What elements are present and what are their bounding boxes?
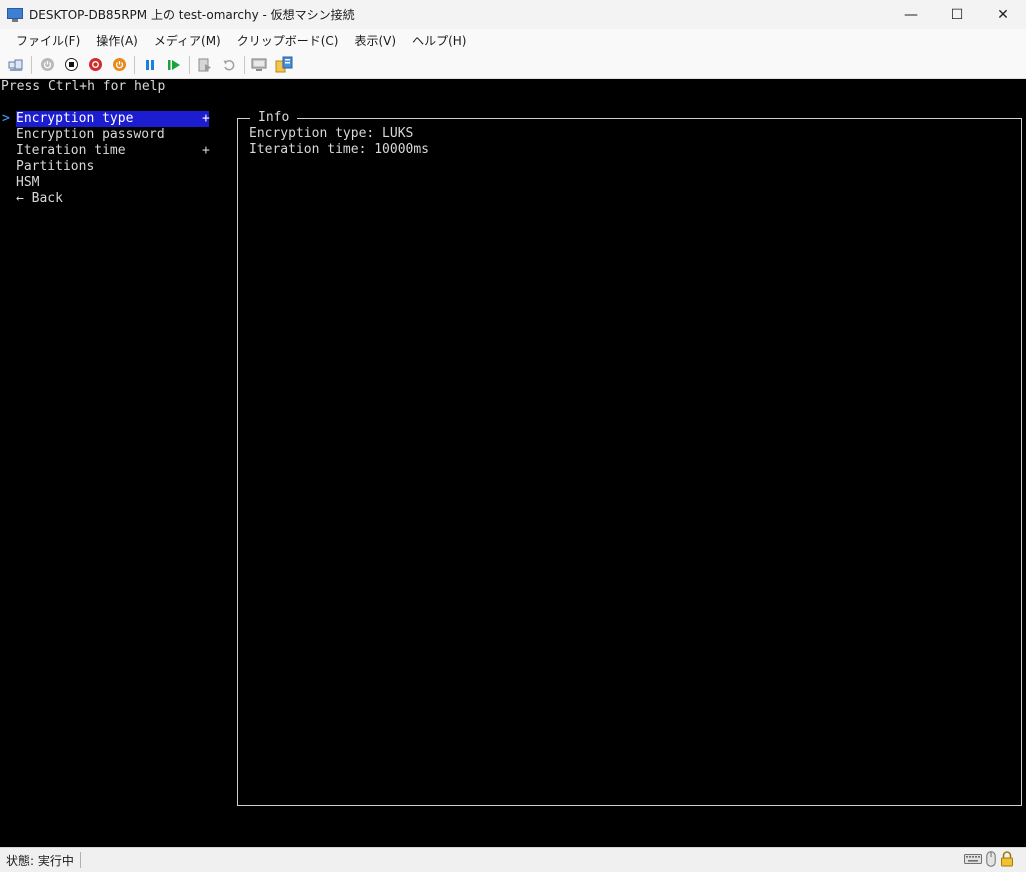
menu-file[interactable]: ファイル(F) (8, 32, 88, 49)
option-label: Encryption password (16, 127, 165, 142)
selection-cursor-icon: > (2, 111, 10, 126)
option-label: ← Back (16, 191, 63, 206)
help-hint: Press Ctrl+h for help (1, 79, 166, 94)
info-panel-title: Info (250, 110, 298, 126)
window-title: DESKTOP-DB85RPM 上の test-omarchy - 仮想マシン接… (29, 8, 355, 22)
shut-down-icon[interactable] (85, 55, 105, 75)
resume-icon[interactable] (164, 55, 184, 75)
minimize-icon: — (904, 6, 918, 23)
save-state-icon[interactable] (109, 55, 129, 75)
submenu-marker: + (202, 143, 210, 158)
menu-option-iteration-time[interactable]: Iteration time + (0, 143, 210, 159)
mouse-icon (986, 851, 996, 867)
option-label: Partitions (16, 159, 95, 174)
submenu-marker: + (202, 111, 210, 126)
checkpoint-icon[interactable] (195, 55, 215, 75)
toolbar (0, 51, 1026, 79)
menu-bar: ファイル(F) 操作(A) メディア(M) クリップボード(C) 表示(V) ヘ… (0, 29, 1026, 51)
vm-connection-icon (7, 7, 23, 23)
lock-icon (1000, 851, 1014, 867)
status-bar: 状態: 実行中 (0, 847, 1026, 872)
menu-option-hsm[interactable]: HSM (0, 175, 47, 191)
menu-option-back[interactable]: ← Back (0, 191, 63, 207)
title-bar: DESKTOP-DB85RPM 上の test-omarchy - 仮想マシン接… (0, 0, 1026, 29)
close-button[interactable]: ✕ (980, 0, 1026, 29)
start-icon[interactable] (37, 55, 57, 75)
menu-option-encryption-password[interactable]: Encryption password (0, 127, 165, 143)
maximize-icon: ☐ (950, 6, 964, 23)
minimize-button[interactable]: — (888, 0, 934, 29)
info-encryption-type: Encryption type: LUKS (249, 126, 414, 141)
ctrl-alt-del-icon[interactable] (6, 55, 26, 75)
encryption-menu: > Encryption type + Encryption password … (0, 111, 210, 207)
keyboard-icon (964, 853, 982, 865)
vm-console[interactable]: Press Ctrl+h for help > Encryption type … (0, 79, 1026, 847)
option-label: Encryption type (16, 111, 209, 127)
menu-action[interactable]: 操作(A) (88, 32, 146, 49)
menu-view[interactable]: 表示(V) (347, 32, 405, 49)
menu-help[interactable]: ヘルプ(H) (404, 32, 474, 49)
menu-media[interactable]: メディア(M) (146, 32, 229, 49)
pause-icon[interactable] (140, 55, 160, 75)
maximize-button[interactable]: ☐ (934, 0, 980, 29)
revert-icon[interactable] (219, 55, 239, 75)
menu-option-partitions[interactable]: Partitions (0, 159, 94, 175)
vm-status: 状態: 実行中 (6, 853, 74, 868)
option-label: Iteration time (16, 143, 126, 158)
turn-off-icon[interactable] (61, 55, 81, 75)
option-label: HSM (16, 175, 40, 190)
menu-clipboard[interactable]: クリップボード(C) (229, 32, 347, 49)
info-panel: Info Encryption type: LUKS Iteration tim… (237, 110, 1022, 806)
enhanced-session-icon[interactable] (250, 55, 270, 75)
share-icon[interactable] (274, 55, 294, 75)
info-iteration-time: Iteration time: 10000ms (249, 142, 430, 157)
menu-option-encryption-type[interactable]: > Encryption type + (0, 111, 210, 127)
close-icon: ✕ (997, 6, 1009, 23)
